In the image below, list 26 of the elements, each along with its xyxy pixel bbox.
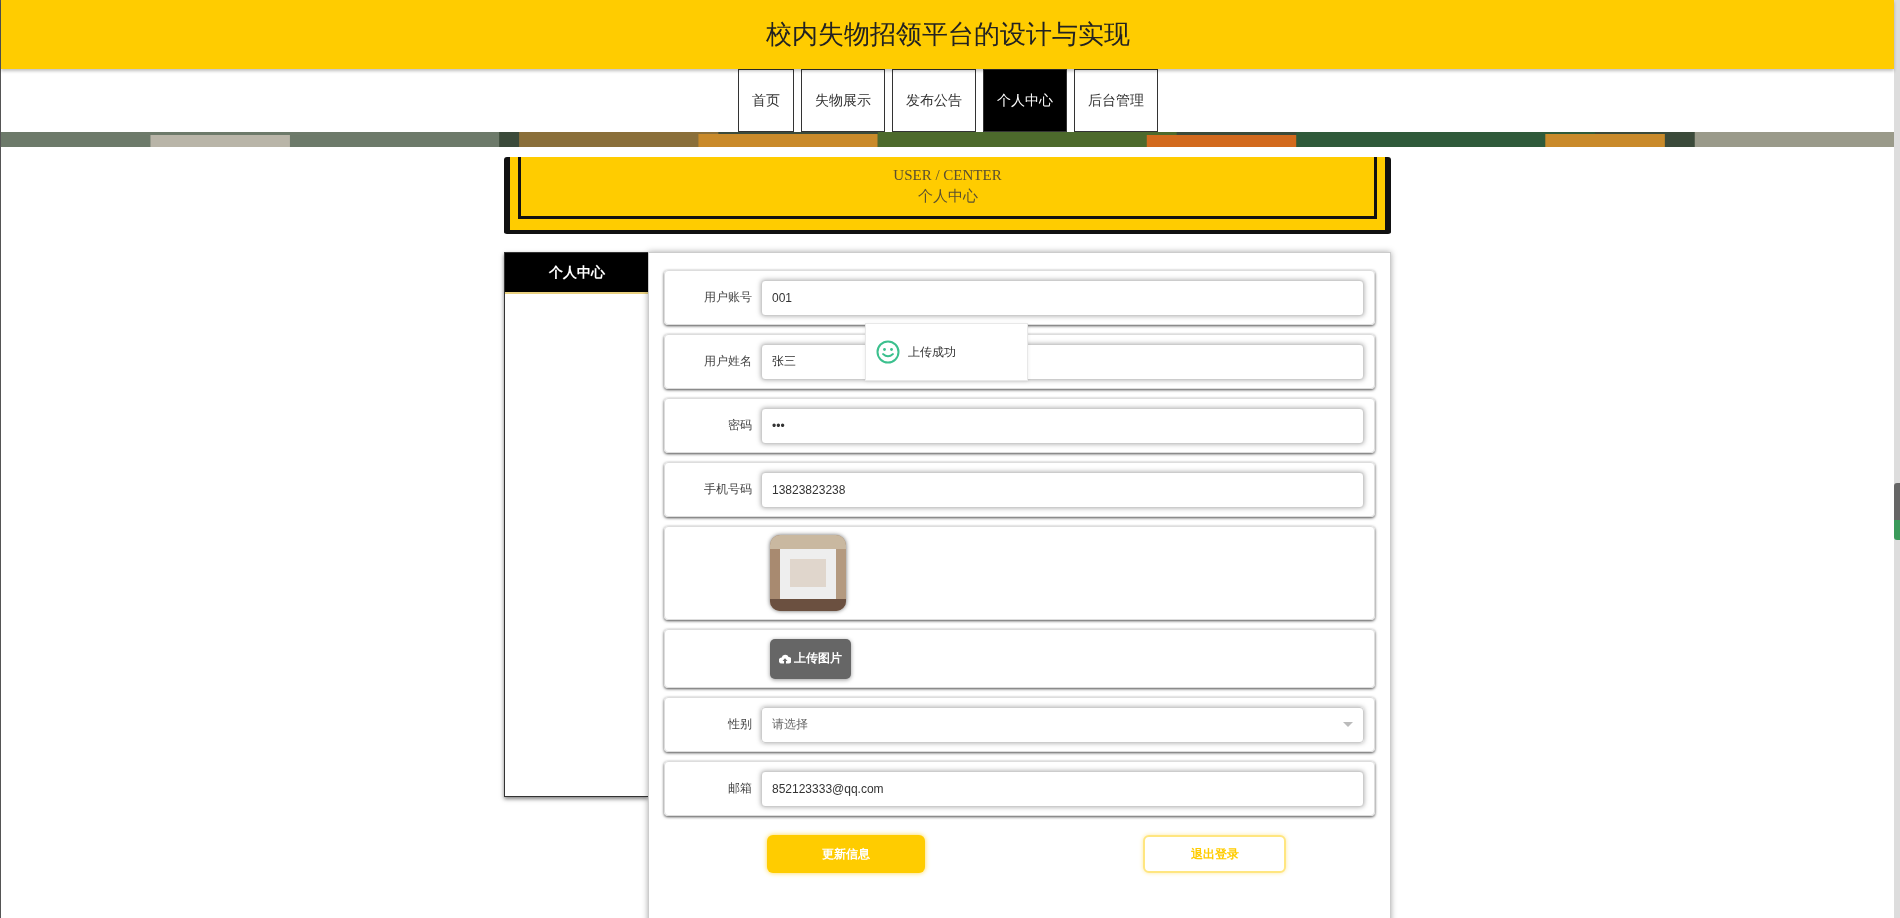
nav-tab[interactable]: 个人中心 [982,69,1067,132]
toast-message: 上传成功 [908,343,956,361]
side-tab[interactable] [1894,483,1900,540]
input-field[interactable]: 13823823238 [761,471,1364,508]
site-title: 校内失物招领平台的设计与实现 [764,18,1131,51]
nav-tab[interactable]: 首页 [737,69,794,132]
nav-tab[interactable]: 失物展示 [800,69,885,132]
smiley-icon [876,340,900,364]
input-field[interactable]: ••• [761,407,1364,444]
section-title: 个人中心 [917,187,978,206]
nav-tab[interactable]: 发布公告 [891,69,976,132]
field-label: 用户账号 [703,289,753,306]
input-field[interactable]: 001 [761,279,1364,316]
field-label: 邮箱 [727,780,753,797]
select-field[interactable]: 请选择 [761,706,1364,743]
input-field[interactable]: 852123333@qq.com [761,770,1364,807]
field-label: 密码 [727,417,753,434]
field-label: 手机号码 [703,481,753,498]
sidebar-item[interactable]: 个人中心 [505,253,648,294]
field-label: 性别 [727,716,753,733]
cloud-upload-icon [779,653,791,664]
section-subtitle: USER / CENTER [893,167,1002,184]
upload-button[interactable]: 上传图片 [770,638,851,679]
nav-tab[interactable]: 后台管理 [1073,69,1158,132]
field-label: 用户姓名 [703,353,753,370]
caret-icon [1343,722,1353,727]
